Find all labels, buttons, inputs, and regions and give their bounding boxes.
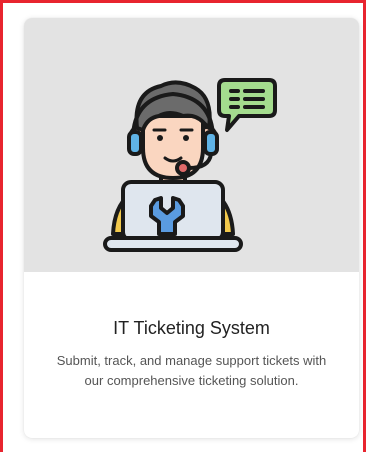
card-title: IT Ticketing System — [113, 318, 270, 338]
support-agent-laptop-icon — [103, 78, 277, 252]
it-ticketing-card[interactable]: IT Ticketing System Submit, track, and m… — [24, 18, 359, 438]
card-image — [24, 18, 359, 272]
card-description: Submit, track, and manage support ticket… — [56, 353, 327, 388]
